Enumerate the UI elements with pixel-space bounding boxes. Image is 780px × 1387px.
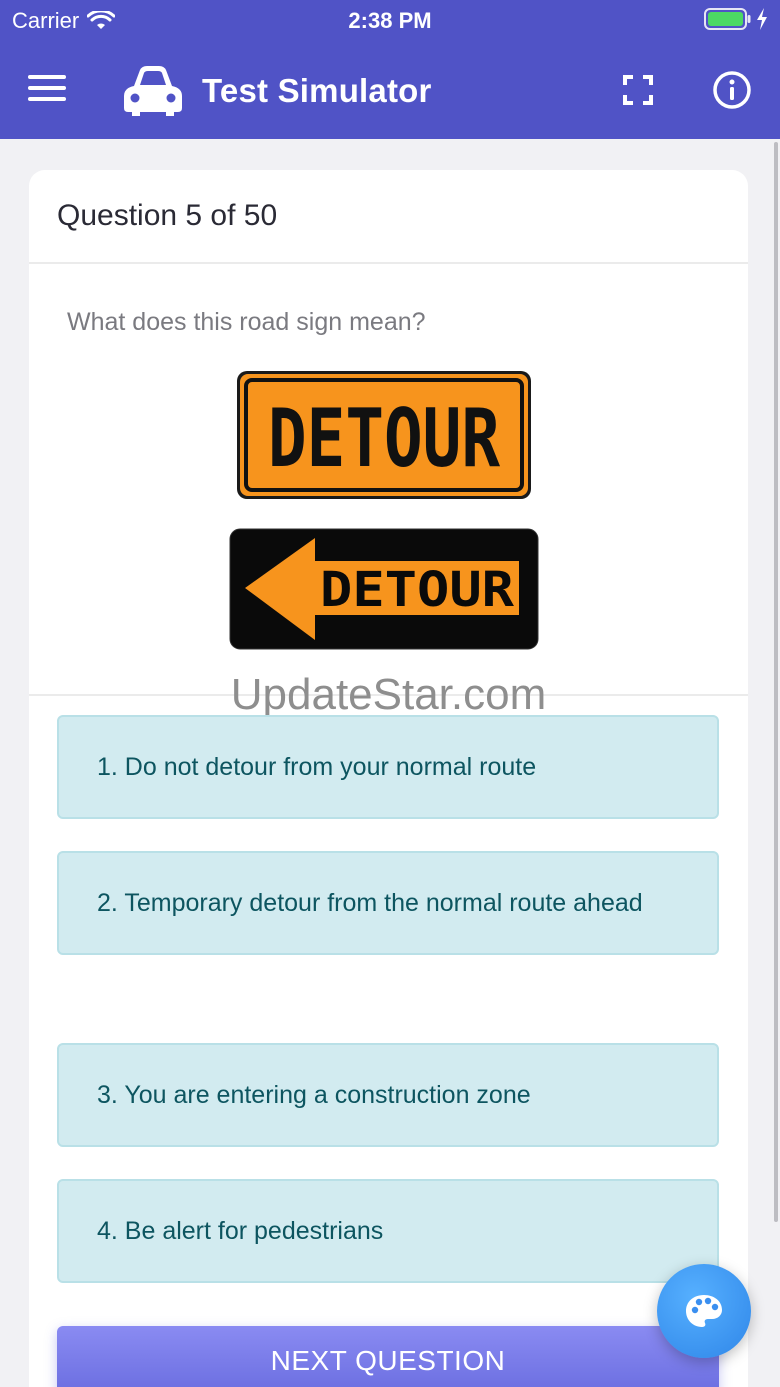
sign-2-text: DETOUR bbox=[320, 562, 514, 618]
next-question-button[interactable]: NEXT QUESTION bbox=[57, 1326, 719, 1387]
app-title: Test Simulator bbox=[202, 72, 432, 109]
detour-arrow-sign-image: DETOUR bbox=[229, 528, 539, 650]
battery-indicator bbox=[704, 8, 768, 30]
answer-option-4[interactable]: 4. Be alert for pedestrians bbox=[57, 1179, 719, 1283]
charging-bolt-icon bbox=[757, 8, 767, 30]
sign-1-text: DETOUR bbox=[268, 392, 501, 485]
fullscreen-icon[interactable] bbox=[622, 74, 654, 106]
answer-option-1[interactable]: 1. Do not detour from your normal route bbox=[57, 715, 719, 819]
question-counter: Question 5 of 50 bbox=[57, 199, 278, 232]
info-icon[interactable] bbox=[712, 70, 752, 110]
app-screen: Carrier 2:38 PM Test Simulator Question … bbox=[0, 0, 780, 1387]
theme-palette-button[interactable] bbox=[657, 1264, 751, 1358]
answer-option-2[interactable]: 2. Temporary detour from the normal rout… bbox=[57, 851, 719, 955]
detour-sign-image: DETOUR bbox=[237, 371, 531, 499]
scrollbar[interactable] bbox=[774, 142, 778, 1222]
status-bar: Carrier 2:38 PM bbox=[0, 0, 780, 40]
app-bar: Test Simulator bbox=[0, 40, 780, 139]
watermark: UpdateStar.com bbox=[230, 670, 547, 719]
palette-icon bbox=[686, 1295, 722, 1327]
car-icon bbox=[124, 66, 182, 116]
hamburger-menu-icon[interactable] bbox=[28, 73, 66, 103]
answer-option-3[interactable]: 3. You are entering a construction zone bbox=[57, 1043, 719, 1147]
battery-icon bbox=[704, 8, 751, 30]
card-header: Question 5 of 50 bbox=[29, 170, 748, 264]
question-card: Question 5 of 50 What does this road sig… bbox=[29, 170, 748, 1387]
status-time: 2:38 PM bbox=[348, 8, 432, 33]
question-text: What does this road sign mean? bbox=[67, 308, 426, 336]
